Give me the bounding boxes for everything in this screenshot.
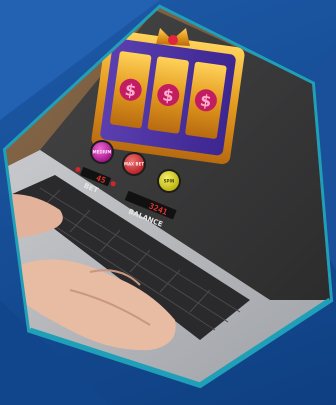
max-bet-button[interactable]: MAX BET <box>122 152 146 176</box>
photo-frame: $ $ $ MEDIUM MAX BET SPIN 45 BET 3241 BA… <box>0 0 336 405</box>
max-bet-button-label: MAX BET <box>124 162 144 167</box>
medium-button[interactable]: MEDIUM <box>90 140 114 164</box>
spin-button[interactable]: SPIN <box>157 169 181 193</box>
photo-scene: $ $ $ MEDIUM MAX BET SPIN 45 BET 3241 BA… <box>0 0 336 405</box>
spin-button-label: SPIN <box>164 179 175 184</box>
medium-button-label: MEDIUM <box>93 150 112 155</box>
